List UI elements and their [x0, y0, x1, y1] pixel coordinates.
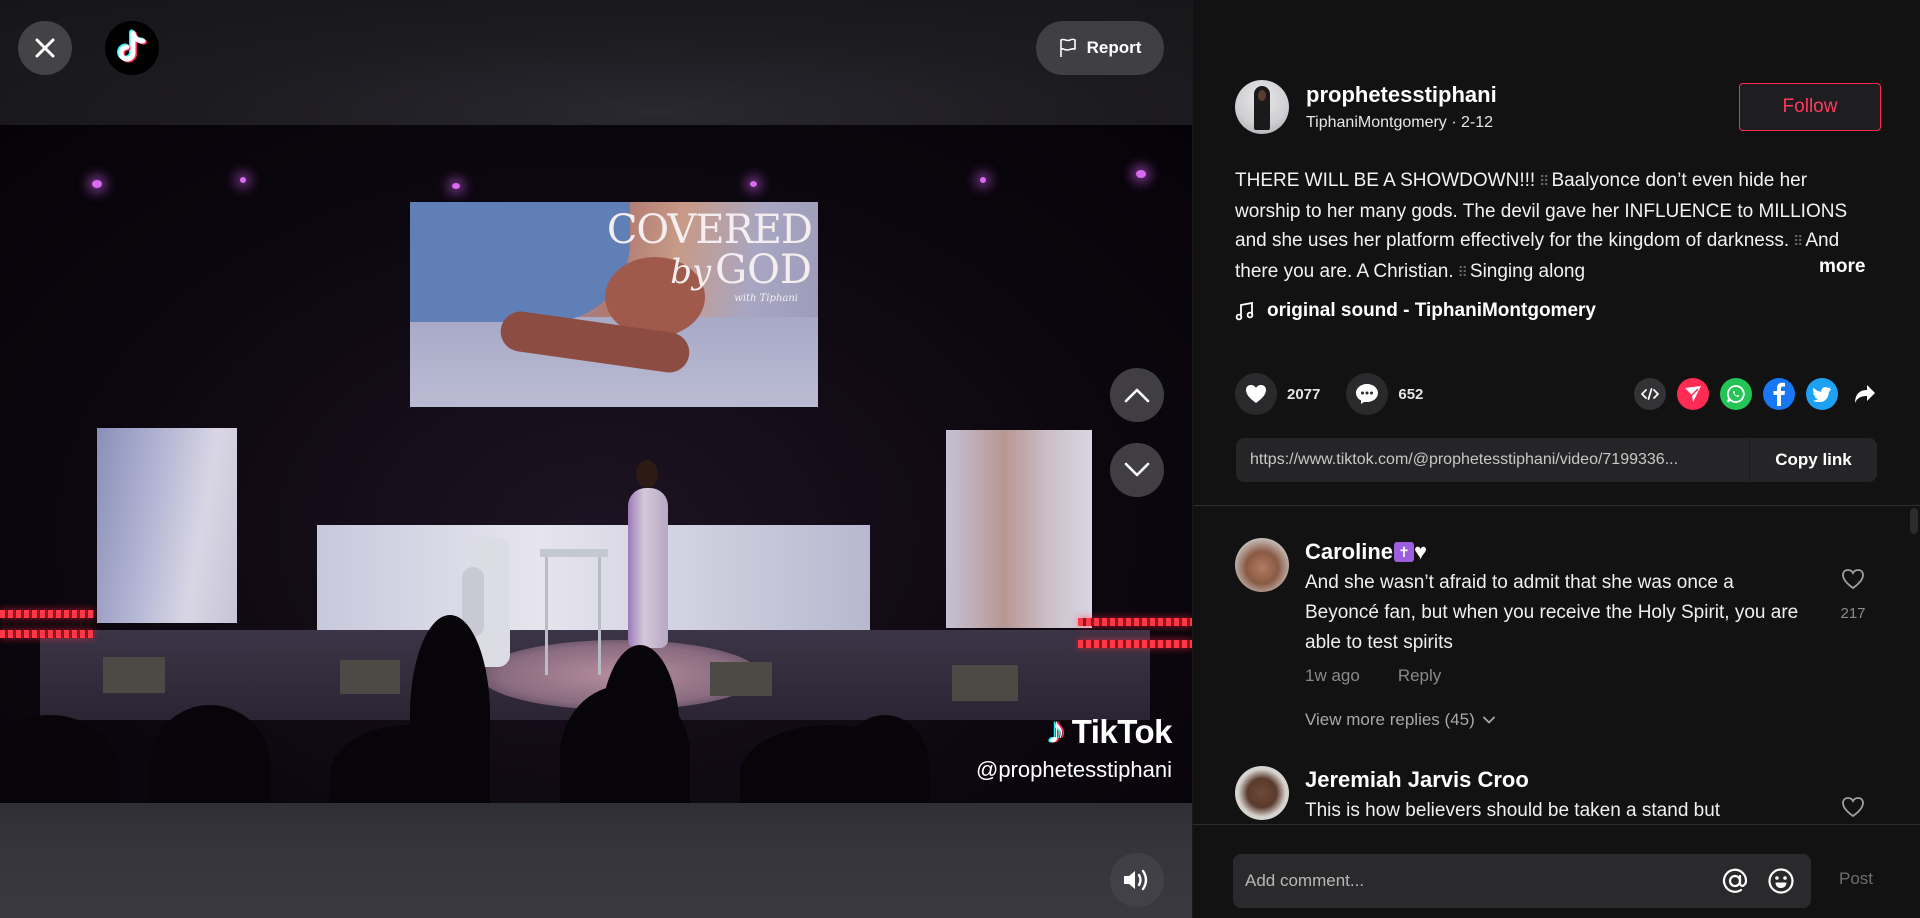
- comment-bubble-icon: [1356, 384, 1379, 404]
- commenter-avatar[interactable]: [1235, 766, 1289, 820]
- stage-light: [980, 177, 986, 183]
- stage-screen-main: COVERED by GOD with Tiphani: [410, 202, 818, 407]
- video-blur-background-top: [0, 0, 1192, 125]
- commenter-name[interactable]: Jeremiah Jarvis Croo: [1305, 766, 1805, 794]
- stage-screen-left: [97, 428, 237, 623]
- send-to-friends-button[interactable]: [1677, 378, 1709, 410]
- comments-scrollbar[interactable]: [1910, 508, 1918, 534]
- separator-dots: ⠿: [1539, 173, 1549, 189]
- video-player[interactable]: COVERED by GOD with Tiphani ♪ TikTok @pr…: [0, 0, 1192, 918]
- stage-light: [452, 183, 460, 189]
- copy-link-button[interactable]: Copy link: [1749, 438, 1877, 482]
- stage-screen-title: COVERED by GOD with Tiphani: [606, 207, 813, 304]
- previous-video-button[interactable]: [1110, 368, 1164, 422]
- author-meta: TiphaniMontgomery · 2-12: [1306, 114, 1494, 131]
- reply-button[interactable]: Reply: [1398, 666, 1441, 686]
- tiktok-logo-icon: [117, 29, 147, 63]
- engagement-bar: 2077 652: [1235, 372, 1881, 416]
- comment-like-button[interactable]: 217: [1835, 568, 1871, 622]
- latin-cross-emoji-icon: ✝: [1394, 542, 1415, 562]
- video-caption: THERE WILL BE A SHOWDOWN!!! ⠿ Baalyonce do…: [1235, 170, 1848, 282]
- whatsapp-icon: [1727, 385, 1745, 403]
- author-handle[interactable]: prophetesstiphani: [1306, 82, 1497, 108]
- twitter-icon: [1813, 386, 1831, 402]
- speaker-volume-icon: [1124, 869, 1148, 891]
- video-frame[interactable]: COVERED by GOD with Tiphani ♪ TikTok @pr…: [0, 125, 1192, 803]
- commenter-avatar[interactable]: [1235, 538, 1289, 592]
- speaker-figure: [622, 460, 674, 670]
- chevron-up-icon: [1124, 388, 1150, 403]
- video-url[interactable]: https://www.tiktok.com/@prophetesstiphan…: [1236, 451, 1749, 469]
- tiktok-logo[interactable]: [105, 21, 159, 75]
- chevron-down-icon: [1124, 462, 1150, 477]
- music-note-icon: [1235, 301, 1254, 321]
- comment-count: 652: [1398, 385, 1424, 403]
- like-button[interactable]: [1235, 373, 1277, 415]
- comment-item: Caroline ✝ ♥ And she wasn’t afraid to admi…: [1235, 538, 1885, 758]
- whatsapp-share-button[interactable]: [1720, 378, 1752, 410]
- heart-outline-icon: [1842, 797, 1864, 818]
- author-avatar[interactable]: [1235, 80, 1289, 134]
- tiktok-note-icon: ♪: [1046, 710, 1066, 752]
- post-date: 2-12: [1461, 114, 1494, 131]
- share-icons: [1634, 378, 1881, 410]
- facebook-icon: [1773, 382, 1785, 406]
- comment-composer: Post: [1193, 824, 1920, 918]
- report-button[interactable]: Report: [1036, 21, 1164, 75]
- stage-light: [750, 181, 757, 187]
- share-arrow-icon: [1855, 385, 1875, 403]
- stage-light: [92, 180, 102, 188]
- podium: [540, 549, 608, 675]
- at-mention-icon: [1722, 868, 1748, 893]
- heart-outline-icon: [1842, 569, 1864, 590]
- comment-input-box: [1233, 854, 1811, 908]
- follow-button[interactable]: Follow: [1739, 83, 1881, 131]
- comment-text: This is how believers should be taken a …: [1305, 800, 1721, 821]
- video-details-panel: prophetesstiphani TiphaniMontgomery · 2-…: [1192, 0, 1920, 918]
- comment-like-count: 217: [1840, 605, 1866, 622]
- close-button[interactable]: [18, 21, 72, 75]
- stage-light: [1136, 170, 1146, 178]
- comment-text: And she wasn’t afraid to admit that she …: [1305, 572, 1799, 653]
- stage-screen-right: [946, 430, 1092, 628]
- video-blur-background-bottom: [0, 803, 1192, 918]
- comment-item: Jeremiah Jarvis Croo This is how believe…: [1235, 766, 1885, 824]
- author-header: prophetesstiphani TiphaniMontgomery · 2-…: [1235, 79, 1881, 135]
- tiktok-watermark: ♪ TikTok @prophetesstiphani: [975, 710, 1173, 782]
- stage-light: [240, 177, 246, 183]
- embed-button[interactable]: [1634, 378, 1666, 410]
- more-share-button[interactable]: [1849, 378, 1881, 410]
- emoji-smile-icon: [1768, 868, 1794, 894]
- volume-button[interactable]: [1110, 853, 1164, 907]
- comment-button[interactable]: [1346, 373, 1389, 415]
- heart-icon: [1246, 385, 1266, 403]
- facebook-share-button[interactable]: [1763, 378, 1795, 410]
- emoji-button[interactable]: [1765, 865, 1797, 897]
- next-video-button[interactable]: [1110, 443, 1164, 497]
- comment-time: 1w ago: [1305, 666, 1360, 685]
- share-link-box: https://www.tiktok.com/@prophetesstiphan…: [1236, 438, 1877, 482]
- commenter-name[interactable]: Caroline ✝ ♥: [1305, 538, 1805, 566]
- chevron-down-icon: [1482, 716, 1495, 724]
- send-to-friends-icon: [1685, 386, 1701, 402]
- comment-like-button[interactable]: [1835, 796, 1871, 823]
- embed-icon: [1641, 388, 1659, 400]
- sound-link[interactable]: original sound - TiphaniMontgomery: [1235, 300, 1596, 322]
- twitter-share-button[interactable]: [1806, 378, 1838, 410]
- mention-button[interactable]: [1719, 865, 1751, 897]
- comment-input[interactable]: [1233, 871, 1719, 891]
- post-comment-button[interactable]: Post: [1839, 869, 1873, 889]
- close-icon: [35, 38, 55, 58]
- like-count: 2077: [1287, 385, 1321, 403]
- view-more-replies-button[interactable]: View more replies (45): [1305, 710, 1805, 730]
- caption-more-button[interactable]: more: [1819, 256, 1865, 278]
- flag-icon: [1059, 38, 1076, 57]
- comment-list: Caroline ✝ ♥ And she wasn’t afraid to admi…: [1193, 506, 1920, 824]
